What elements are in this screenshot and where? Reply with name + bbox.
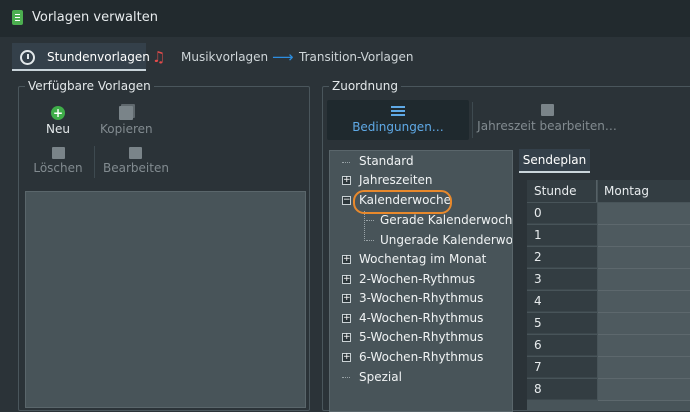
- schedule-cell[interactable]: [598, 291, 690, 313]
- tree-node-3-wochen[interactable]: 3-Wochen-Rhythmus: [359, 289, 483, 308]
- edit-season-button[interactable]: Jahreszeit bearbeiten…: [472, 104, 622, 133]
- toolbar-separator: [94, 146, 95, 178]
- expand-plus-icon[interactable]: +: [342, 275, 351, 284]
- delete-icon: [51, 147, 65, 159]
- tree-node-label: 2-Wochen-Rythmus: [359, 272, 476, 286]
- schedule-cell[interactable]: [598, 313, 690, 335]
- tree-node-label: Wochentag im Monat: [359, 252, 487, 266]
- season-label: Jahreszeit bearbeiten…: [477, 119, 617, 133]
- tree-node-label: 6-Wochen-Rhythmus: [359, 350, 484, 364]
- row-header: 7: [527, 357, 597, 378]
- tree-node-label: Standard: [359, 154, 414, 168]
- title-bar: Vorlagen verwalten: [0, 0, 690, 37]
- tree-node-label: Spezial: [359, 370, 402, 384]
- clock-icon: [20, 50, 35, 65]
- schedule-cell[interactable]: [598, 269, 690, 291]
- schedule-cell[interactable]: [598, 247, 690, 269]
- edit-label: Bearbeiten: [103, 161, 169, 175]
- column-header-montag[interactable]: Montag: [598, 180, 690, 202]
- delete-label: Löschen: [33, 161, 83, 175]
- tree-node-wochentag-im-monat[interactable]: Wochentag im Monat: [359, 250, 486, 269]
- conditions-label: Bedingungen…: [352, 120, 444, 134]
- schedule-cell[interactable]: [598, 335, 690, 357]
- edit-button[interactable]: Bearbeiten: [103, 147, 169, 175]
- tree-line: [366, 240, 374, 242]
- tree-node-6-wochen[interactable]: 6-Wochen-Rhythmus: [359, 348, 483, 367]
- tree-line: [342, 377, 350, 379]
- tab-bar: Stundenvorlagen ♫ Musikvorlagen ⟶ Transi…: [0, 37, 690, 75]
- tree-node-label: Gerade Kalenderwoche: [380, 213, 513, 227]
- calendar-icon: [540, 104, 554, 116]
- delete-button[interactable]: Löschen: [33, 147, 83, 175]
- tree-node-label: Jahreszeiten: [359, 173, 433, 187]
- expand-plus-icon[interactable]: +: [342, 176, 351, 185]
- group-legend: Verfügbare Vorlagen: [28, 79, 151, 93]
- schedule-cell[interactable]: [598, 203, 690, 225]
- new-label: Neu: [46, 122, 70, 136]
- collapse-minus-icon[interactable]: −: [342, 196, 351, 205]
- arrow-right-icon: ⟶: [272, 48, 294, 66]
- tab-sendeplan[interactable]: Sendeplan: [519, 149, 590, 173]
- tab-stundenvorlagen[interactable]: Stundenvorlagen: [12, 43, 150, 71]
- tab-label: Transition-Vorlagen: [299, 50, 414, 64]
- expand-plus-icon[interactable]: +: [342, 255, 351, 264]
- tree-line: [342, 162, 350, 164]
- tree-node-label: 4-Wochen-Rhythmus: [359, 311, 484, 325]
- expand-plus-icon[interactable]: +: [342, 314, 351, 323]
- tab-label: Musikvorlagen: [181, 50, 269, 64]
- schedule-cell[interactable]: [598, 225, 690, 247]
- row-header: 1: [527, 225, 597, 246]
- tree-node-label: 3-Wochen-Rhythmus: [359, 291, 484, 305]
- row-header: 8: [527, 379, 597, 400]
- tree-line: [364, 211, 366, 241]
- row-header: 0: [527, 203, 597, 224]
- tree-line: [366, 220, 374, 222]
- expand-plus-icon[interactable]: +: [342, 353, 351, 362]
- tree-node-ungerade-kalenderwoche[interactable]: Ungerade Kalenderwoche: [380, 231, 513, 250]
- row-header: 2: [527, 247, 597, 268]
- schedule-table[interactable]: Stunde Montag 0 1 2 3 4 5 6 7 8: [527, 180, 690, 410]
- tree-node-standard[interactable]: Standard: [359, 152, 414, 171]
- tree-node-jahreszeiten[interactable]: Jahreszeiten: [359, 171, 433, 190]
- row-header: 6: [527, 335, 597, 356]
- row-header: 3: [527, 269, 597, 290]
- templates-list[interactable]: [25, 191, 306, 408]
- edit-icon: [128, 147, 142, 159]
- list-icon: [391, 106, 405, 118]
- plus-icon: +: [51, 106, 65, 120]
- selection-highlight: [353, 190, 452, 214]
- tree-node-4-wochen[interactable]: 4-Wochen-Rhythmus: [359, 309, 483, 328]
- tree-node-5-wochen[interactable]: 5-Wochen-Rhythmus: [359, 328, 483, 347]
- group-legend: Zuordnung: [332, 79, 398, 93]
- tree-node-label: Ungerade Kalenderwoche: [380, 233, 513, 247]
- expand-plus-icon[interactable]: +: [342, 294, 351, 303]
- app-icon: [12, 10, 23, 25]
- tree-node-spezial[interactable]: Spezial: [359, 368, 402, 387]
- copy-button[interactable]: Kopieren: [100, 106, 153, 136]
- tab-label: Stundenvorlagen: [47, 50, 150, 64]
- copy-icon: [119, 106, 133, 120]
- music-note-icon: ♫: [152, 48, 166, 66]
- conditions-button[interactable]: Bedingungen…: [327, 100, 469, 140]
- row-header: 5: [527, 313, 597, 334]
- tree-node-label: 5-Wochen-Rhythmus: [359, 330, 484, 344]
- window-title: Vorlagen verwalten: [32, 10, 158, 25]
- schedule-cell[interactable]: [598, 357, 690, 379]
- column-header-stunde[interactable]: Stunde: [527, 180, 597, 202]
- schedule-cell[interactable]: [598, 379, 690, 401]
- row-header: 4: [527, 291, 597, 312]
- copy-label: Kopieren: [100, 122, 153, 136]
- tree-node-2-wochen[interactable]: 2-Wochen-Rythmus: [359, 270, 475, 289]
- expand-plus-icon[interactable]: +: [342, 333, 351, 342]
- new-button[interactable]: + Neu: [40, 106, 76, 136]
